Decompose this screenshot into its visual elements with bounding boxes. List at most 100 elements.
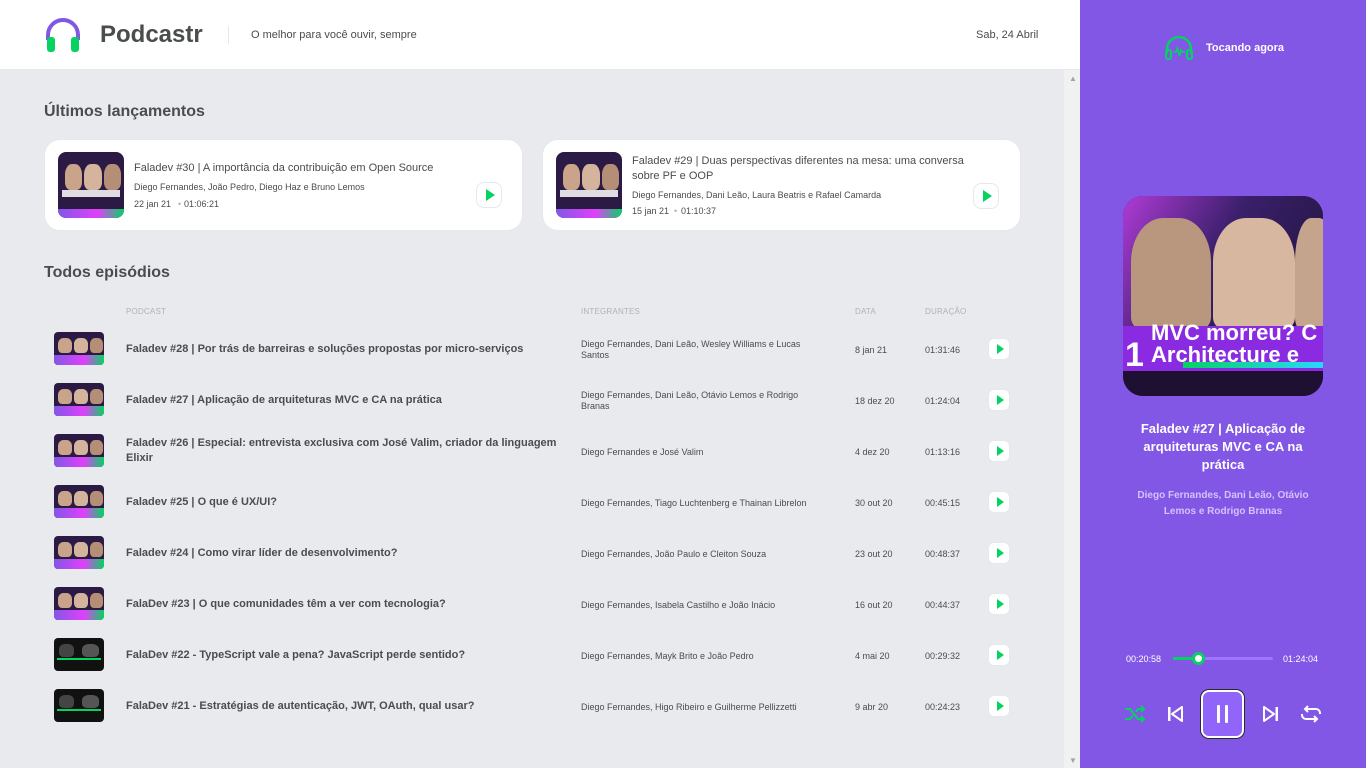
episode-title[interactable]: Faladev #28 | Por trás de barreiras e so… <box>126 342 566 357</box>
table-row[interactable]: Faladev #24 | Como virar líder de desenv… <box>44 528 1024 579</box>
play-button[interactable] <box>973 183 999 209</box>
play-button[interactable] <box>988 440 1010 462</box>
scroll-down-icon[interactable]: ▼ <box>1069 756 1077 765</box>
latest-episode-date: 22 jan 21 <box>134 199 172 209</box>
episode-members: Diego Fernandes, Higo Ribeiro e Guilherm… <box>581 702 797 712</box>
current-date: Sab, 24 Abril <box>976 29 1039 41</box>
column-header-members: INTEGRANTES <box>581 307 641 316</box>
table-row[interactable]: Faladev #26 | Especial: entrevista exclu… <box>44 426 1024 477</box>
table-row[interactable]: FalaDev #21 - Estratégias de autenticaçã… <box>44 681 1024 732</box>
episode-date: 4 dez 20 <box>855 447 890 457</box>
episode-members: Diego Fernandes, Dani Leão, Otávio Lemos… <box>581 390 799 411</box>
latest-episode-members: Diego Fernandes, João Pedro, Diego Haz e… <box>134 182 365 192</box>
play-button[interactable] <box>988 593 1010 615</box>
latest-episode-card[interactable]: Faladev #30 | A importância da contribui… <box>44 139 523 231</box>
dot-separator: • <box>674 206 678 216</box>
table-row[interactable]: FalaDev #23 | O que comunidades têm a ve… <box>44 579 1024 630</box>
latest-episode-duration: 01:06:21 <box>184 199 220 209</box>
episode-members: Diego Fernandes, Dani Leão, Wesley Willi… <box>581 339 801 360</box>
progress-slider[interactable] <box>1173 652 1273 665</box>
play-icon <box>485 189 495 201</box>
play-icon <box>996 650 1004 660</box>
episode-duration: 00:29:32 <box>925 651 961 661</box>
latest-episode-card[interactable]: Faladev #29 | Duas perspectivas diferent… <box>542 139 1021 231</box>
episode-thumbnail[interactable] <box>54 485 104 518</box>
episode-thumbnail[interactable] <box>54 689 104 722</box>
episode-duration: 00:45:15 <box>925 498 961 508</box>
episode-thumbnail[interactable] <box>54 332 104 365</box>
episode-thumbnail[interactable] <box>54 536 104 569</box>
brand-name: Podcastr <box>100 21 203 48</box>
previous-icon <box>1168 706 1183 722</box>
previous-button[interactable] <box>1163 702 1187 726</box>
play-button[interactable] <box>988 491 1010 513</box>
shuffle-button[interactable] <box>1123 702 1147 726</box>
play-icon <box>996 446 1004 456</box>
play-button[interactable] <box>476 182 502 208</box>
play-button[interactable] <box>988 389 1010 411</box>
episode-thumbnail[interactable] <box>54 434 104 467</box>
episode-thumbnail[interactable] <box>58 152 124 218</box>
play-icon <box>996 548 1004 558</box>
episode-date: 30 out 20 <box>855 498 893 508</box>
episode-title[interactable]: FalaDev #22 - TypeScript vale a pena? Ja… <box>126 648 566 663</box>
play-icon <box>996 497 1004 507</box>
episode-title[interactable]: FalaDev #21 - Estratégias de autenticaçã… <box>126 699 566 714</box>
latest-section-title: Últimos lançamentos <box>44 103 205 120</box>
repeat-button[interactable] <box>1299 702 1323 726</box>
play-icon <box>996 599 1004 609</box>
pause-button[interactable] <box>1201 690 1244 738</box>
episode-duration: 00:44:37 <box>925 600 961 610</box>
cover-number: 1 <box>1125 336 1144 374</box>
host-photo <box>1295 218 1323 328</box>
total-time: 01:24:04 <box>1283 654 1319 664</box>
host-photo <box>1131 218 1211 328</box>
episode-thumbnail[interactable] <box>556 152 622 218</box>
episode-date: 4 mai 20 <box>855 651 890 661</box>
logo: Podcastr <box>44 16 203 54</box>
table-row[interactable]: Faladev #28 | Por trás de barreiras e so… <box>44 324 1024 375</box>
column-header-date: DATA <box>855 307 876 316</box>
latest-episode-title[interactable]: Faladev #29 | Duas perspectivas diferent… <box>632 154 992 184</box>
episode-title[interactable]: Faladev #27 | Aplicação de arquiteturas … <box>126 393 566 408</box>
episode-members: Diego Fernandes, Mayk Brito e João Pedro <box>581 651 754 661</box>
episode-thumbnail[interactable] <box>54 638 104 671</box>
episode-thumbnail[interactable] <box>54 587 104 620</box>
episode-thumbnail[interactable] <box>54 383 104 416</box>
shuffle-icon <box>1125 705 1146 723</box>
column-header-podcast: PODCAST <box>126 307 167 316</box>
latest-episode-title[interactable]: Faladev #30 | A importância da contribui… <box>134 162 494 174</box>
latest-episode-date: 15 jan 21 <box>632 206 670 216</box>
now-playing-label: Tocando agora <box>1206 42 1285 54</box>
episode-title[interactable]: FalaDev #23 | O que comunidades têm a ve… <box>126 597 566 612</box>
scrollbar[interactable] <box>1064 70 1080 768</box>
play-button[interactable] <box>988 542 1010 564</box>
play-button[interactable] <box>988 338 1010 360</box>
now-playing-header: Tocando agora <box>1164 36 1284 60</box>
progress-handle[interactable] <box>1192 652 1205 665</box>
episode-members: Diego Fernandes, João Paulo e Cleiton So… <box>581 549 767 559</box>
tagline: O melhor para você ouvir, sempre <box>251 29 417 41</box>
episode-date: 16 out 20 <box>855 600 893 610</box>
pause-icon <box>1217 705 1220 723</box>
play-icon <box>996 344 1004 354</box>
table-row[interactable]: Faladev #25 | O que é UX/UI? Diego Ferna… <box>44 477 1024 528</box>
episode-title[interactable]: Faladev #26 | Especial: entrevista exclu… <box>126 436 566 466</box>
play-button[interactable] <box>988 695 1010 717</box>
next-button[interactable] <box>1259 702 1283 726</box>
table-row[interactable]: FalaDev #22 - TypeScript vale a pena? Ja… <box>44 630 1024 681</box>
next-icon <box>1263 706 1278 722</box>
scroll-up-icon[interactable]: ▲ <box>1069 74 1077 83</box>
play-icon <box>996 395 1004 405</box>
dot-separator: • <box>178 199 182 209</box>
episode-duration: 01:31:46 <box>925 345 961 355</box>
episode-title[interactable]: Faladev #25 | O que é UX/UI? <box>126 495 566 510</box>
episode-title[interactable]: Faladev #24 | Como virar líder de desenv… <box>126 546 566 561</box>
repeat-icon <box>1301 705 1321 723</box>
table-row[interactable]: Faladev #27 | Aplicação de arquiteturas … <box>44 375 1024 426</box>
episode-date: 23 out 20 <box>855 549 893 559</box>
headphones-icon <box>1165 36 1193 60</box>
header: Podcastr O melhor para você ouvir, sempr… <box>0 0 1080 70</box>
episode-duration: 00:24:23 <box>925 702 961 712</box>
play-button[interactable] <box>988 644 1010 666</box>
